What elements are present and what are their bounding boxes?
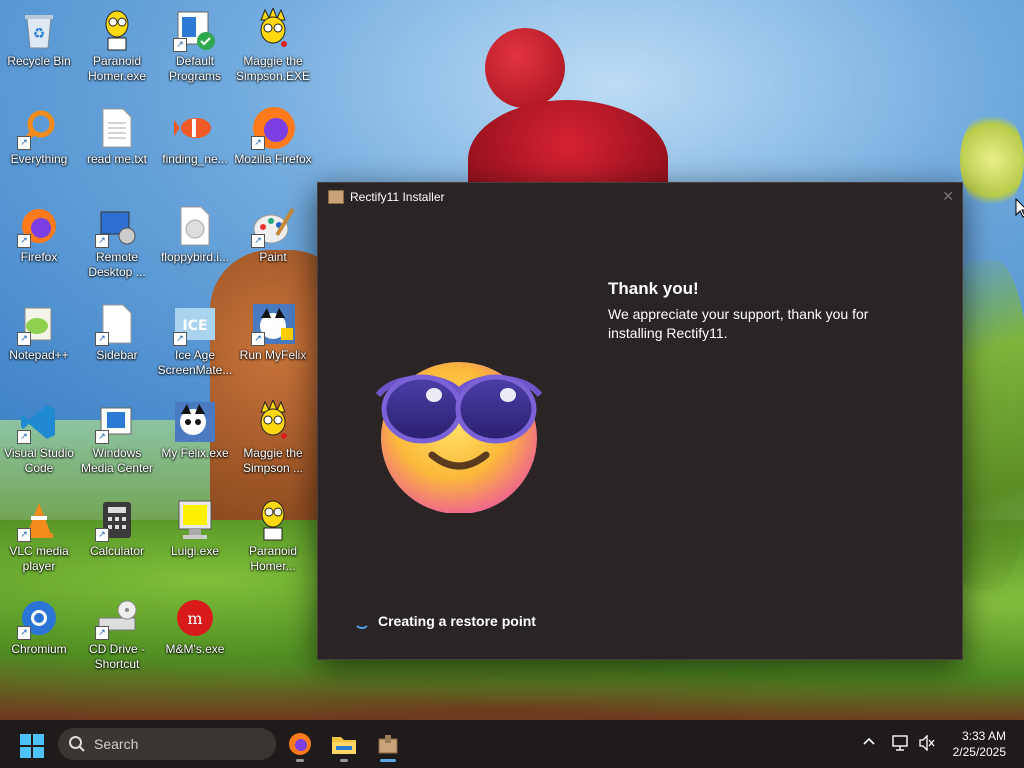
fish-icon [173,106,217,150]
desktop-icon-finding-nemo[interactable]: finding_ne... [156,106,234,167]
mms-icon: m [173,596,217,640]
luigi-icon [173,498,217,542]
svg-text:m: m [187,609,202,628]
installer-titlebar[interactable]: Rectify11 Installer [318,183,962,211]
cd-drive-icon: ↗ [95,596,139,640]
taskbar: Search 3:33 AM 2/25/2025 [0,720,1024,768]
desktop-icon-vscode[interactable]: ↗ Visual Studio Code [0,400,78,476]
windows-logo-icon [20,734,44,758]
felix-icon: ↗ [251,302,295,346]
desktop-icon-cd-drive[interactable]: ↗ CD Drive - Shortcut [78,596,156,672]
network-icon[interactable] [892,735,910,751]
installer-icon [328,190,344,204]
desktop-icon-floppybird[interactable]: floppybird.i... [156,204,234,265]
vlc-icon: ↗ [17,498,61,542]
magnifier-icon: ↗ [17,106,61,150]
chevron-up-icon[interactable] [862,734,876,748]
maggie-icon [251,8,295,52]
calculator-icon: ↗ [95,498,139,542]
desktop-icon-paranoid-homer[interactable]: Paranoid Homer.exe [78,8,156,84]
firefox-icon: ↗ [17,204,61,248]
desktop-icon-everything[interactable]: ↗ Everything [0,106,78,167]
search-icon [69,736,85,752]
close-button[interactable]: ✕ [942,188,954,205]
paint-icon: ↗ [251,204,295,248]
desktop-icon-remote-desktop[interactable]: ↗ Remote Desktop ... [78,204,156,280]
vscode-icon: ↗ [17,400,61,444]
installer-title: Rectify11 Installer [350,190,445,204]
recycle-bin-icon: ♻ [17,8,61,52]
notepadpp-icon: ↗ [17,302,61,346]
running-indicator [296,759,304,762]
desktop-icon-notepadpp[interactable]: ↗ Notepad++ [0,302,78,363]
firefox-icon [289,733,311,755]
remote-desktop-icon: ↗ [95,204,139,248]
start-button[interactable] [20,734,44,758]
wallpaper-leaf [960,110,1024,210]
desktop-icon-sidebar[interactable]: ↗ Sidebar [78,302,156,363]
desktop-icon-recycle-bin[interactable]: ♻ Recycle Bin [0,8,78,69]
text-file-icon [95,106,139,150]
installer-icon [378,735,398,754]
desktop-icon-maggie[interactable]: Maggie the Simpson.EXE [234,8,312,84]
taskbar-search-box[interactable]: Search [58,728,276,760]
taskbar-app-rectify11-installer[interactable] [370,728,406,762]
desktop-icon-luigi[interactable]: Luigi.exe [156,498,234,559]
clock-time: 3:33 AM [961,729,1006,743]
homer-icon [95,8,139,52]
search-placeholder: Search [94,736,139,752]
desktop-icon-ice-age[interactable]: ICE ↗ Ice Age ScreenMate... [156,302,234,378]
maggie-icon [251,400,295,444]
firefox-icon: ↗ [251,106,295,150]
desktop-icon-firefox[interactable]: ↗ Firefox [0,204,78,265]
running-indicator [340,759,348,762]
desktop-icon-paint[interactable]: ↗ Paint [234,204,312,265]
taskbar-clock[interactable]: 3:33 AM 2/25/2025 [953,728,1006,760]
blank-file-icon: ↗ [95,302,139,346]
installer-window[interactable]: Rectify11 Installer ✕ Thank you! We appr… [317,182,963,660]
ice-age-icon: ICE ↗ [173,302,217,346]
desktop-icon-mozilla-firefox[interactable]: ↗ Mozilla Firefox [234,106,312,167]
volume-muted-icon[interactable] [918,735,936,751]
desktop-icon-run-myfelix[interactable]: ↗ Run MyFelix [234,302,312,363]
desktop-icon-calculator[interactable]: ↗ Calculator [78,498,156,559]
media-center-icon: ↗ [95,400,139,444]
folder-icon [332,737,356,754]
desktop-icon-my-felix[interactable]: My Felix.exe [156,400,234,461]
desktop-icon-paranoid-homer-2[interactable]: Paranoid Homer... [234,498,312,574]
clock-date: 2/25/2025 [952,745,1006,759]
spinner-icon [354,613,370,629]
desktop-icon-chromium[interactable]: ↗ Chromium [0,596,78,657]
thank-you-heading: Thank you! [608,279,699,298]
desktop-icon-maggie-2[interactable]: Maggie the Simpson ... [234,400,312,476]
desktop-icon-readme[interactable]: read me.txt [78,106,156,167]
homer-icon [251,498,295,542]
wallpaper-hat-pompom [485,28,565,108]
install-status: Creating a restore point [354,613,536,629]
taskbar-app-firefox[interactable] [282,728,318,762]
cool-emoji-icon [375,362,543,513]
disc-image-icon [173,204,217,248]
desktop-icon-media-center[interactable]: ↗ Windows Media Center [78,400,156,476]
desktop-icon-default-programs[interactable]: ↗ Default Programs [156,8,234,84]
default-programs-icon: ↗ [173,8,217,52]
status-label: Creating a restore point [378,613,536,629]
svg-text:♻: ♻ [33,25,46,41]
desktop-icon-vlc[interactable]: ↗ VLC media player [0,498,78,574]
chromium-icon: ↗ [17,596,61,640]
active-indicator [380,759,396,762]
desktop-icon-mms[interactable]: m M&M's.exe [156,596,234,657]
mouse-cursor-icon [1015,198,1024,218]
taskbar-app-file-explorer[interactable] [326,728,362,762]
felix-icon [173,400,217,444]
thank-you-message: We appreciate your support, thank you fo… [608,306,869,341]
